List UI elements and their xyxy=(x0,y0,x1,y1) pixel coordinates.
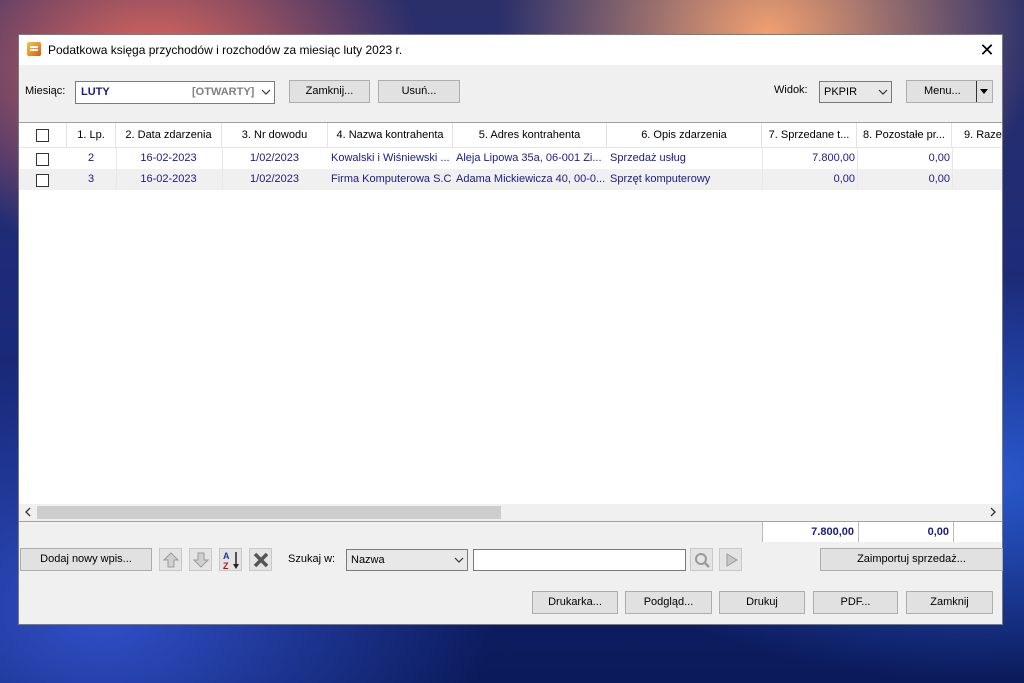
grid-header: 1. Lp. 2. Data zdarzenia 3. Nr dowodu 4.… xyxy=(19,123,1002,148)
total-other: 0,00 xyxy=(858,522,953,542)
col-header-name[interactable]: 4. Nazwa kontrahenta xyxy=(328,123,453,147)
search-button[interactable] xyxy=(690,548,713,571)
delete-x-icon xyxy=(253,552,268,568)
search-next-button[interactable] xyxy=(719,548,742,571)
title-bar: Podatkowa księga przychodów i rozchodów … xyxy=(19,35,1002,65)
cell-date: 16-02-2023 xyxy=(140,152,197,164)
grid-divider xyxy=(857,148,858,190)
grid-divider xyxy=(762,148,763,190)
cell-sold: 7.800,00 xyxy=(812,152,855,164)
cell-doc: 1/02/2023 xyxy=(250,152,299,164)
play-icon xyxy=(726,553,738,567)
col-header-date[interactable]: 2. Data zdarzenia xyxy=(116,123,222,147)
menu-dropdown-icon xyxy=(976,81,992,102)
arrow-down-icon xyxy=(192,552,209,568)
search-field-select[interactable]: Nazwa xyxy=(346,549,468,571)
delete-entry-button[interactable] xyxy=(249,548,272,571)
month-status: [OTWARTY] xyxy=(192,86,255,98)
col-header-desc[interactable]: 6. Opis zdarzenia xyxy=(607,123,762,147)
scroll-thumb[interactable] xyxy=(37,506,501,519)
cell-name: Firma Komputerowa S.C. xyxy=(331,173,452,185)
view-select[interactable]: PKPIR xyxy=(819,81,892,103)
view-value: PKPIR xyxy=(824,86,858,98)
table-row[interactable]: 2 16-02-2023 1/02/2023 Kowalski i Wiśnie… xyxy=(19,148,1002,169)
row-checkbox[interactable] xyxy=(36,174,49,187)
chevron-down-icon xyxy=(878,87,888,97)
import-sales-button[interactable]: Zaimportuj sprzedaż... xyxy=(820,548,1003,571)
pkpir-window: Podatkowa księga przychodów i rozchodów … xyxy=(18,34,1003,625)
cell-doc: 1/02/2023 xyxy=(250,173,299,185)
month-select[interactable]: LUTY [OTWARTY] xyxy=(75,81,275,104)
book-icon xyxy=(27,42,41,56)
printer-button[interactable]: Drukarka... xyxy=(532,591,618,614)
window-close-button[interactable]: ✕ xyxy=(972,35,1002,65)
cell-lp: 3 xyxy=(87,173,95,185)
preview-button[interactable]: Podgląd... xyxy=(625,591,712,614)
col-header-total[interactable]: 9. Raze xyxy=(952,123,1014,147)
scroll-right-icon[interactable] xyxy=(988,507,998,517)
grid-divider xyxy=(952,148,953,190)
view-label: Widok: xyxy=(774,84,808,96)
select-all-cell xyxy=(19,123,67,147)
total-extra xyxy=(953,522,1002,542)
month-label: Miesiąc: xyxy=(25,85,66,97)
row-checkbox[interactable] xyxy=(36,153,49,166)
sort-az-icon: A Z xyxy=(223,551,239,571)
grid-divider xyxy=(116,148,117,190)
select-all-checkbox[interactable] xyxy=(36,129,49,142)
cell-date: 16-02-2023 xyxy=(140,173,197,185)
month-value: LUTY xyxy=(81,86,110,98)
chevron-down-icon xyxy=(261,87,271,97)
cell-lp: 2 xyxy=(87,152,95,164)
search-icon xyxy=(694,553,710,568)
move-up-button[interactable] xyxy=(159,548,182,571)
col-header-address[interactable]: 5. Adres kontrahenta xyxy=(453,123,607,147)
col-header-other[interactable]: 8. Pozostałe pr... xyxy=(857,123,952,147)
svg-text:A: A xyxy=(223,551,230,561)
cell-sold: 0,00 xyxy=(833,173,855,185)
cell-desc: Sprzedaż usług xyxy=(610,152,686,164)
close-month-button[interactable]: Zamknij... xyxy=(289,80,370,103)
cell-other: 0,00 xyxy=(928,152,950,164)
move-down-button[interactable] xyxy=(189,548,212,571)
cell-address: Aleja Lipowa 35a, 06-001 Zi... xyxy=(456,152,602,164)
cell-address: Adama Mickiewicza 40, 00-0... xyxy=(456,173,606,185)
close-button[interactable]: Zamknij xyxy=(906,591,993,614)
col-header-sold[interactable]: 7. Sprzedane t... xyxy=(762,123,857,147)
delete-button[interactable]: Usuń... xyxy=(378,80,460,103)
window-title: Podatkowa księga przychodów i rozchodów … xyxy=(48,43,403,57)
horizontal-scrollbar[interactable] xyxy=(19,504,1002,521)
search-input[interactable] xyxy=(473,549,686,571)
print-button[interactable]: Drukuj xyxy=(719,591,805,614)
table-row[interactable]: 3 16-02-2023 1/02/2023 Firma Komputerowa… xyxy=(19,169,1002,190)
entries-grid: 1. Lp. 2. Data zdarzenia 3. Nr dowodu 4.… xyxy=(19,122,1002,521)
menu-button-label: Menu... xyxy=(924,85,961,97)
search-field-value: Nazwa xyxy=(351,554,385,566)
menu-button[interactable]: Menu... xyxy=(906,80,993,103)
svg-text:Z: Z xyxy=(223,561,229,570)
total-sold: 7.800,00 xyxy=(762,522,858,542)
arrow-up-icon xyxy=(162,552,179,568)
pdf-button[interactable]: PDF... xyxy=(813,591,898,614)
sort-button[interactable]: A Z xyxy=(219,548,242,571)
grid-divider xyxy=(222,148,223,190)
cell-other: 0,00 xyxy=(928,173,950,185)
scroll-left-icon[interactable] xyxy=(23,507,33,517)
cell-desc: Sprzęt komputerowy xyxy=(610,173,711,185)
cell-name: Kowalski i Wiśniewski ... xyxy=(331,152,450,164)
col-header-lp[interactable]: 1. Lp. xyxy=(67,123,116,147)
totals-row: 7.800,00 0,00 xyxy=(19,521,1002,542)
col-header-doc[interactable]: 3. Nr dowodu xyxy=(222,123,328,147)
add-entry-button[interactable]: Dodaj nowy wpis... xyxy=(20,548,152,571)
search-label: Szukaj w: xyxy=(288,553,336,565)
chevron-down-icon xyxy=(454,555,464,565)
